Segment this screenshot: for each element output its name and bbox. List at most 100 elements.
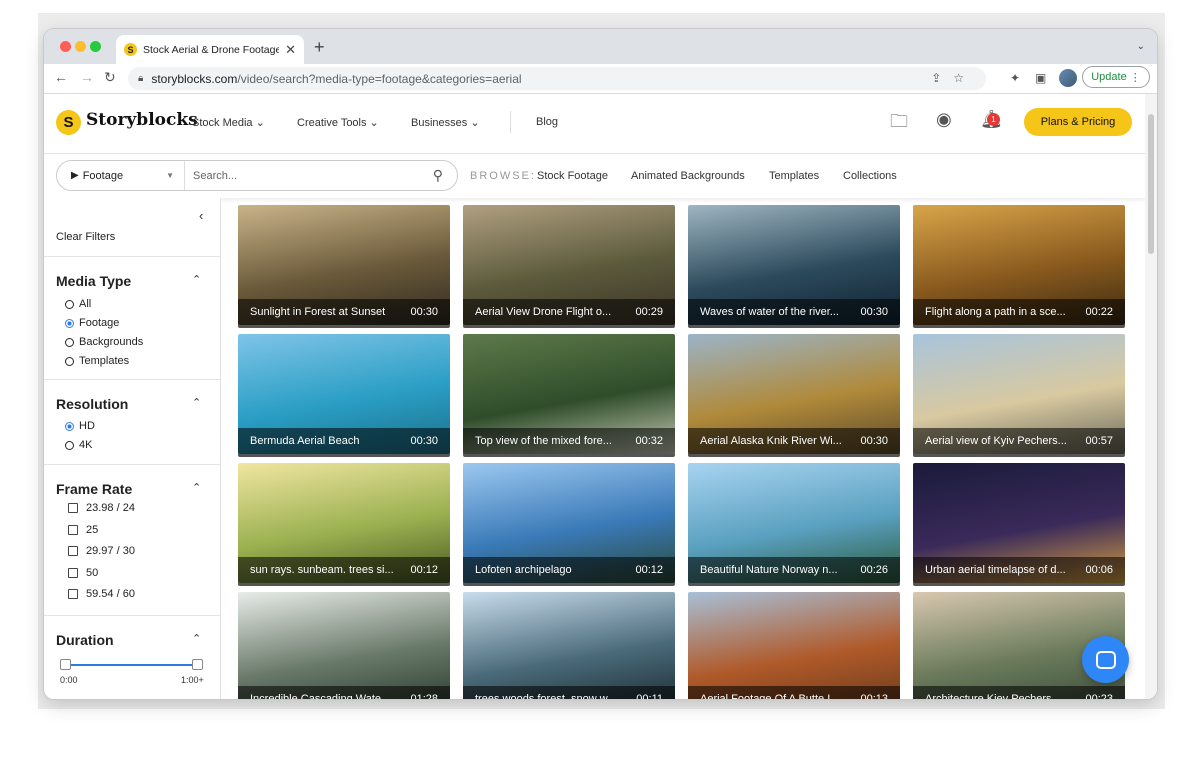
media-type-option-all[interactable]: All — [65, 298, 91, 310]
video-card-caption: Urban aerial timelapse of d... 00:06 — [913, 557, 1125, 583]
close-window-button[interactable] — [60, 41, 71, 52]
nav-businesses[interactable]: Businesses ⌄ — [411, 116, 480, 129]
video-card-caption: Aerial view of Kyiv Pechers... 00:57 — [913, 428, 1125, 454]
address-bar[interactable]: 🔒︎ storyblocks.com/video/search?media-ty… — [128, 67, 986, 90]
page-scrollbar[interactable] — [1145, 94, 1157, 699]
video-duration: 00:30 — [860, 435, 888, 447]
media-type-option-footage[interactable]: Footage — [65, 317, 119, 329]
profile-avatar[interactable] — [1059, 69, 1077, 87]
resolution-heading[interactable]: Resolution — [56, 396, 128, 412]
video-card[interactable]: Waves of water of the river... 00:30 — [688, 205, 900, 325]
duration-slider-max-handle[interactable] — [192, 659, 203, 670]
frame-rate-heading[interactable]: Frame Rate — [56, 481, 132, 497]
share-and-bookmark-icons[interactable]: ⇪☆ — [931, 71, 976, 85]
frame-rate-option-24[interactable]: 23.98 / 24 — [65, 502, 135, 514]
reload-icon[interactable]: ↻ — [104, 69, 116, 86]
media-type-option-backgrounds[interactable]: Backgrounds — [65, 336, 143, 348]
plans-pricing-button[interactable]: Plans & Pricing — [1024, 108, 1132, 136]
resolution-option-hd[interactable]: HD — [65, 420, 95, 432]
logo-text[interactable]: Storyblocks — [86, 110, 198, 130]
caret-down-icon: ▼ — [166, 171, 174, 180]
back-icon[interactable]: ← — [54, 69, 68, 85]
video-duration: 00:12 — [635, 564, 663, 576]
video-card-caption: sun rays. sunbeam. trees si... 00:12 — [238, 557, 450, 583]
video-card[interactable]: Aerial Footage Of A Butte I... 00:13 — [688, 592, 900, 699]
minimize-window-button[interactable] — [75, 41, 86, 52]
video-title: Top view of the mixed fore... — [475, 435, 612, 447]
video-card-caption: Architecture Kiev Pechers... 00:23 — [913, 686, 1125, 699]
favorites-folder-icon[interactable]: 🗀 — [890, 109, 908, 139]
browse-templates[interactable]: Templates — [769, 170, 819, 182]
video-duration: 00:29 — [635, 306, 663, 318]
video-card-caption: Waves of water of the river... 00:30 — [688, 299, 900, 325]
chevron-up-icon[interactable]: ⌃ — [192, 632, 201, 645]
video-card[interactable]: Lofoten archipelago 00:12 — [463, 463, 675, 583]
search-icon[interactable]: ⚲ — [433, 167, 443, 184]
video-title: Architecture Kiev Pechers... — [925, 693, 1061, 699]
chevron-up-icon[interactable]: ⌃ — [192, 273, 201, 286]
chat-support-button[interactable] — [1082, 636, 1129, 683]
duration-slider-track[interactable] — [65, 664, 197, 666]
media-type-heading[interactable]: Media Type — [56, 273, 131, 289]
video-duration: 00:26 — [860, 564, 888, 576]
chevron-up-icon[interactable]: ⌃ — [192, 396, 201, 409]
chevron-up-icon[interactable]: ⌃ — [192, 481, 201, 494]
duration-heading[interactable]: Duration — [56, 632, 114, 648]
collapse-sidebar-icon[interactable]: ‹ — [199, 208, 203, 223]
browse-collections[interactable]: Collections — [843, 170, 897, 182]
video-card[interactable]: Sunlight in Forest at Sunset 00:30 — [238, 205, 450, 325]
divider — [44, 464, 220, 465]
video-card[interactable]: Flight along a path in a sce... 00:22 — [913, 205, 1125, 325]
storyblocks-logo-icon[interactable]: S — [56, 110, 81, 135]
media-type-option-templates[interactable]: Templates — [65, 355, 129, 367]
frame-rate-option-60[interactable]: 59.54 / 60 — [65, 588, 135, 600]
frame-rate-option-30[interactable]: 29.97 / 30 — [65, 545, 135, 557]
video-card[interactable]: Top view of the mixed fore... 00:32 — [463, 334, 675, 454]
side-panel-icon[interactable]: ▣ — [1035, 71, 1046, 85]
account-icon[interactable]: ◉ — [936, 109, 952, 130]
lock-icon: 🔒︎ — [138, 73, 144, 84]
frame-rate-option-50[interactable]: 50 — [65, 567, 98, 579]
nav-stock-media[interactable]: Stock Media ⌄ — [192, 116, 265, 129]
tab-search-icon[interactable]: ⌄ — [1137, 41, 1145, 52]
video-card[interactable]: Incredible Cascading Wate... 01:28 — [238, 592, 450, 699]
resolution-option-4k[interactable]: 4K — [65, 439, 92, 451]
duration-slider-min-handle[interactable] — [60, 659, 71, 670]
clear-filters-link[interactable]: Clear Filters — [56, 231, 115, 243]
video-card[interactable]: trees woods forest. snow w... 00:11 — [463, 592, 675, 699]
nav-blog[interactable]: Blog — [536, 116, 558, 128]
video-title: Beautiful Nature Norway n... — [700, 564, 838, 576]
extensions-icon[interactable]: ✦ — [1010, 71, 1020, 85]
video-card-caption: Bermuda Aerial Beach 00:30 — [238, 428, 450, 454]
notification-badge: 1 — [987, 113, 1000, 126]
favicon-icon: S — [124, 43, 137, 56]
video-title: Waves of water of the river... — [700, 306, 839, 318]
video-card[interactable]: Aerial view of Kyiv Pechers... 00:57 — [913, 334, 1125, 454]
browse-label: BROWSE: — [470, 170, 536, 182]
video-duration: 00:23 — [1085, 693, 1113, 699]
search-bar-row: ▶︎ Footage ▼ ⚲ BROWSE: Stock Footage Ani… — [44, 154, 1145, 198]
video-card[interactable]: sun rays. sunbeam. trees si... 00:12 — [238, 463, 450, 583]
media-type-select[interactable]: ▶︎ Footage ▼ — [57, 161, 185, 190]
update-button[interactable]: Update ⋮ — [1082, 66, 1150, 88]
nav-creative-tools[interactable]: Creative Tools ⌄ — [297, 116, 379, 129]
video-card[interactable]: Urban aerial timelapse of d... 00:06 — [913, 463, 1125, 583]
duration-min-label: 0:00 — [60, 675, 78, 685]
maximize-window-button[interactable] — [90, 41, 101, 52]
forward-icon[interactable]: → — [80, 69, 94, 85]
video-card[interactable]: Bermuda Aerial Beach 00:30 — [238, 334, 450, 454]
video-card[interactable]: Aerial View Drone Flight o... 00:29 — [463, 205, 675, 325]
tab-close-icon[interactable]: ✕ — [285, 42, 296, 58]
video-card[interactable]: Beautiful Nature Norway n... 00:26 — [688, 463, 900, 583]
video-duration: 00:32 — [635, 435, 663, 447]
scrollbar-thumb[interactable] — [1148, 114, 1154, 254]
browser-tab-active[interactable]: S Stock Aerial & Drone Footage ✕ — [116, 35, 304, 64]
browse-animated-backgrounds[interactable]: Animated Backgrounds — [631, 170, 745, 182]
video-duration: 00:13 — [860, 693, 888, 699]
video-title: sun rays. sunbeam. trees si... — [250, 564, 394, 576]
new-tab-icon[interactable]: + — [314, 38, 325, 56]
browse-stock-footage[interactable]: Stock Footage — [537, 170, 608, 182]
frame-rate-option-25[interactable]: 25 — [65, 524, 98, 536]
search-input[interactable] — [185, 169, 433, 182]
video-card[interactable]: Aerial Alaska Knik River Wi... 00:30 — [688, 334, 900, 454]
